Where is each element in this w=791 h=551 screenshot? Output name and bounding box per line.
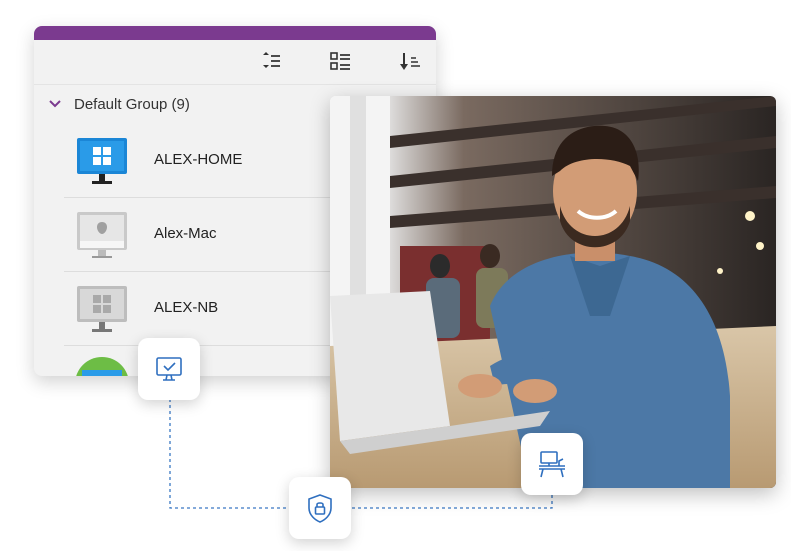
windows-monitor-online-icon (76, 357, 128, 376)
group-label: Default Group (9) (74, 96, 190, 113)
monitor-check-icon (156, 357, 182, 381)
list-view-icon[interactable] (328, 50, 352, 74)
workstation-icon (539, 451, 565, 478)
person-laptop-photo (330, 96, 776, 488)
sort-descending-icon[interactable] (398, 50, 422, 74)
list-toolbar (34, 40, 436, 85)
device-name: ALEX-NB (154, 299, 219, 316)
chevron-down-icon[interactable] (48, 97, 62, 111)
windows-monitor-icon (77, 138, 127, 184)
monitor-check-badge (138, 338, 200, 400)
panel-accent-bar (34, 26, 436, 40)
shield-lock-badge (289, 477, 351, 539)
device-name: ALEX-HOME (154, 151, 243, 168)
imac-icon (77, 212, 127, 258)
sort-order-icon[interactable] (258, 50, 282, 74)
workstation-badge (521, 433, 583, 495)
shield-lock-icon (308, 494, 332, 523)
windows-monitor-offline-icon (77, 286, 127, 332)
device-name: Alex-Mac (154, 225, 217, 242)
